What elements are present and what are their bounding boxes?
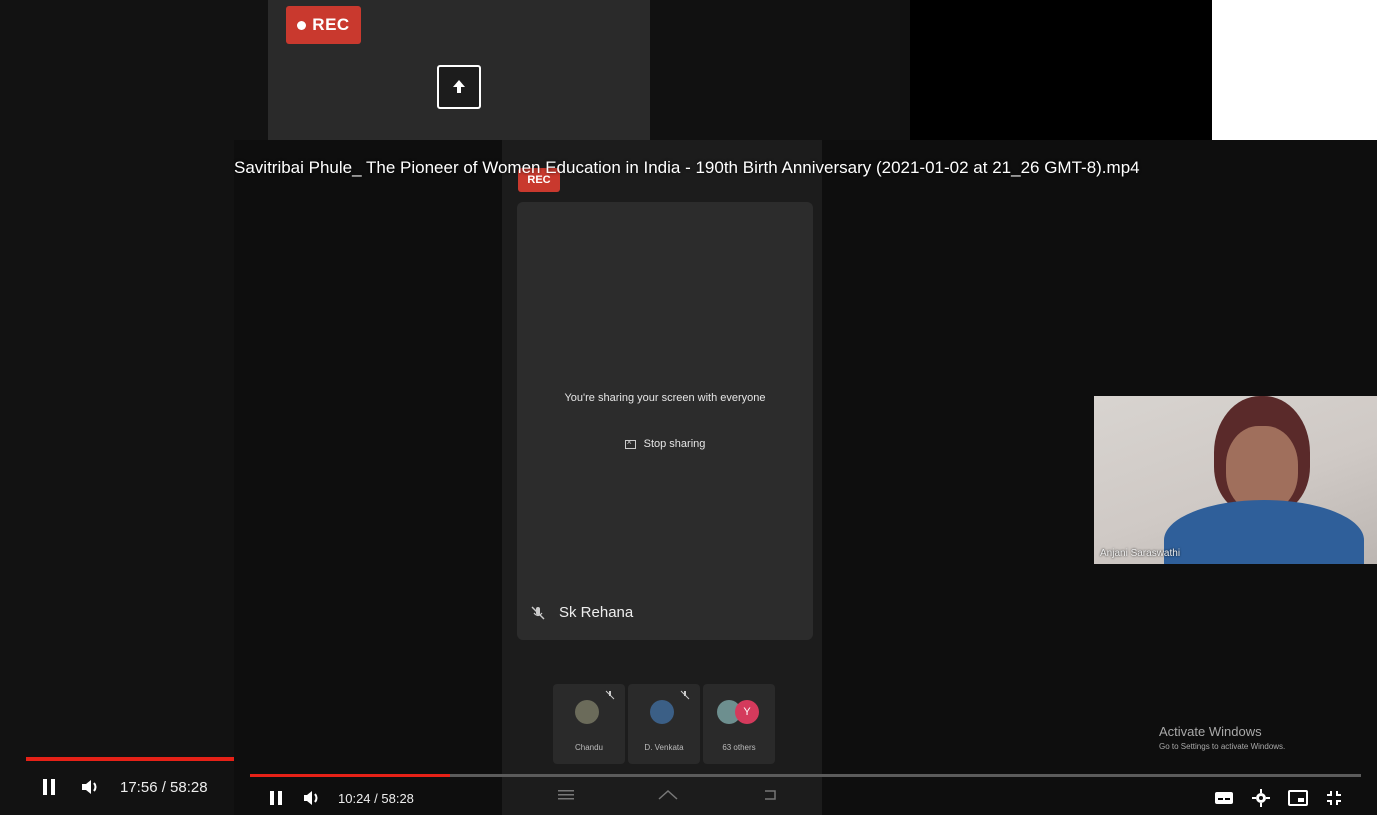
player-controls: 10:24 / 58:28 bbox=[268, 786, 414, 810]
background-white-area bbox=[1212, 0, 1377, 140]
upload-arrow-icon[interactable] bbox=[437, 65, 481, 109]
camera-person-body bbox=[1164, 500, 1364, 564]
participant-tile[interactable]: D. Venkata bbox=[628, 684, 700, 764]
watermark-line1: Activate Windows bbox=[1159, 724, 1262, 739]
mic-off-icon bbox=[680, 690, 690, 700]
presenter-label: Sk Rehana bbox=[531, 604, 633, 621]
stop-share-icon bbox=[624, 437, 636, 449]
background-time-display: 17:56 / 58:28 bbox=[120, 778, 208, 796]
miniplayer-icon[interactable] bbox=[1288, 790, 1308, 806]
volume-icon[interactable] bbox=[80, 777, 102, 797]
video-player[interactable]: Savitribai Phule_ The Pioneer of Women E… bbox=[234, 140, 1377, 815]
participant-name: D. Venkata bbox=[644, 743, 684, 752]
avatar: Y bbox=[735, 700, 759, 724]
screen-share-panel: You're sharing your screen with everyone… bbox=[517, 202, 813, 640]
progress-fill bbox=[250, 774, 450, 777]
avatar bbox=[650, 700, 674, 724]
volume-icon[interactable] bbox=[302, 789, 322, 807]
pause-icon[interactable] bbox=[268, 789, 284, 807]
participant-name: Chandu bbox=[574, 743, 604, 752]
background-video-frame bbox=[0, 0, 268, 815]
participant-strip: Chandu D. Venkata Y 63 others bbox=[553, 684, 775, 764]
background-rec-badge: REC bbox=[286, 6, 361, 44]
watermark-line2: Go to Settings to activate Windows. bbox=[1159, 742, 1286, 751]
subtitles-icon[interactable] bbox=[1214, 790, 1234, 806]
participant-tile[interactable]: Chandu bbox=[553, 684, 625, 764]
mic-off-icon bbox=[531, 606, 545, 619]
video-title: Savitribai Phule_ The Pioneer of Women E… bbox=[234, 158, 1140, 177]
participant-name: 63 others bbox=[722, 743, 756, 752]
share-message: You're sharing your screen with everyone bbox=[564, 392, 766, 404]
record-dot-icon bbox=[297, 20, 307, 30]
progress-bar[interactable] bbox=[250, 774, 1361, 777]
exit-fullscreen-icon[interactable] bbox=[1326, 790, 1342, 806]
home-icon[interactable] bbox=[657, 788, 679, 802]
pause-icon[interactable] bbox=[40, 777, 58, 797]
settings-gear-icon[interactable] bbox=[1252, 789, 1270, 807]
activate-windows-watermark: Activate Windows Go to Settings to activ… bbox=[1159, 724, 1285, 751]
background-progress-bar[interactable] bbox=[26, 757, 234, 761]
participant-tile[interactable]: Y 63 others bbox=[703, 684, 775, 764]
back-icon[interactable] bbox=[762, 788, 778, 802]
time-display: 10:24 / 58:28 bbox=[338, 790, 414, 806]
background-controls: 17:56 / 58:28 bbox=[40, 772, 208, 802]
background-rec-label: REC bbox=[312, 15, 350, 34]
mic-off-icon bbox=[605, 690, 615, 700]
camera-tile: Anjani Saraswathi bbox=[1094, 396, 1377, 564]
background-black-area bbox=[910, 0, 1212, 140]
camera-name: Anjani Saraswathi bbox=[1100, 548, 1181, 559]
avatar bbox=[575, 700, 599, 724]
background-progress-fill bbox=[26, 757, 234, 761]
stop-sharing-button[interactable]: Stop sharing bbox=[609, 432, 721, 456]
presenter-name: Sk Rehana bbox=[559, 604, 634, 621]
menu-icon[interactable] bbox=[558, 788, 574, 802]
background-dark-area bbox=[650, 0, 910, 140]
stop-sharing-label: Stop sharing bbox=[643, 438, 706, 450]
android-nav-bar bbox=[558, 788, 778, 802]
player-right-controls bbox=[1214, 786, 1342, 810]
